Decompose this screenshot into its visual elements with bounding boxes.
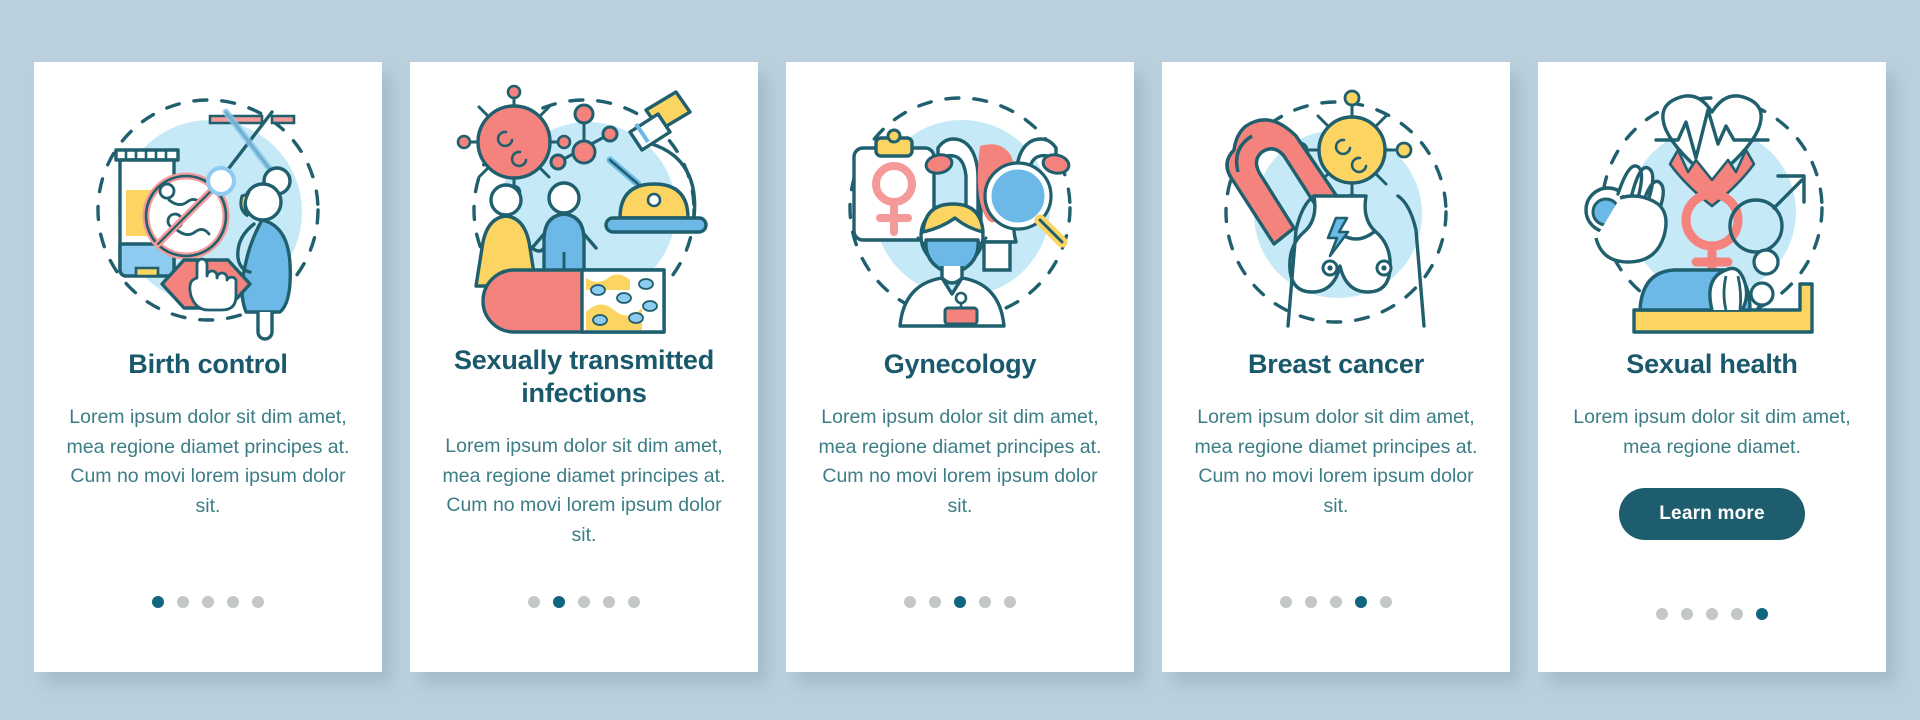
pagination-dot[interactable] (1681, 608, 1693, 620)
pagination-dot[interactable] (553, 596, 565, 608)
pagination-dot[interactable] (152, 596, 164, 608)
page-title: Birth control (128, 349, 288, 379)
pagination-dot[interactable] (1756, 608, 1768, 620)
onboarding-card-birth-control[interactable]: Birth control Lorem ipsum dolor sit dim … (34, 62, 382, 672)
pagination-dot[interactable] (1656, 608, 1668, 620)
pagination-dot[interactable] (528, 596, 540, 608)
pagination-dot[interactable] (1380, 596, 1392, 608)
pagination-dot[interactable] (252, 596, 264, 608)
page-title: Breast cancer (1247, 349, 1424, 379)
page-title: Sexually transmitted infections (453, 345, 715, 408)
pagination-dot[interactable] (603, 596, 615, 608)
pagination-dot[interactable] (628, 596, 640, 608)
pagination-dot[interactable] (1004, 596, 1016, 608)
pagination-dot[interactable] (1355, 596, 1367, 608)
pagination-dot[interactable] (1731, 608, 1743, 620)
onboarding-card-sexual-health[interactable]: Sexual health Lorem ipsum dolor sit dim … (1538, 62, 1886, 672)
pagination-dot[interactable] (904, 596, 916, 608)
onboarding-card-sexually-transmitted-infections[interactable]: Sexually transmitted infections Lorem ip… (410, 62, 758, 672)
pagination-dot[interactable] (1330, 596, 1342, 608)
onboarding-card-breast-cancer[interactable]: Breast cancer Lorem ipsum dolor sit dim … (1162, 62, 1510, 672)
card-description: Lorem ipsum dolor sit dim amet, mea regi… (1194, 405, 1478, 517)
pagination-dot[interactable] (227, 596, 239, 608)
pagination-dot[interactable] (954, 596, 966, 608)
pagination-dots[interactable] (1538, 608, 1886, 620)
breast-cancer-icon (1186, 84, 1486, 342)
card-description: Lorem ipsum dolor sit dim amet, mea regi… (66, 405, 350, 517)
pagination-dots[interactable] (786, 596, 1134, 608)
pagination-dot[interactable] (979, 596, 991, 608)
pagination-dots[interactable] (410, 596, 758, 608)
pagination-dot[interactable] (177, 596, 189, 608)
onboarding-card-gynecology[interactable]: Gynecology Lorem ipsum dolor sit dim ame… (786, 62, 1134, 672)
pagination-dot[interactable] (578, 596, 590, 608)
learn-more-button[interactable]: Learn more (1619, 488, 1805, 541)
pagination-dot[interactable] (1305, 596, 1317, 608)
card-description: Lorem ipsum dolor sit dim amet, mea regi… (1573, 405, 1851, 458)
pagination-dot[interactable] (929, 596, 941, 608)
pagination-dot[interactable] (202, 596, 214, 608)
onboarding-screens-board: Birth control Lorem ipsum dolor sit dim … (0, 0, 1920, 720)
gynecology-icon (810, 84, 1110, 342)
pagination-dots[interactable] (1162, 596, 1510, 608)
card-description: Lorem ipsum dolor sit dim amet, mea regi… (818, 405, 1102, 517)
pagination-dot[interactable] (1706, 608, 1718, 620)
page-title: Sexual health (1626, 349, 1798, 379)
birth-control-icon (58, 84, 358, 342)
sti-icon (434, 84, 734, 342)
pagination-dot[interactable] (1280, 596, 1292, 608)
sexual-health-icon (1562, 84, 1862, 342)
card-description: Lorem ipsum dolor sit dim amet, mea regi… (442, 434, 726, 546)
pagination-dots[interactable] (34, 596, 382, 608)
page-title: Gynecology (883, 349, 1037, 379)
